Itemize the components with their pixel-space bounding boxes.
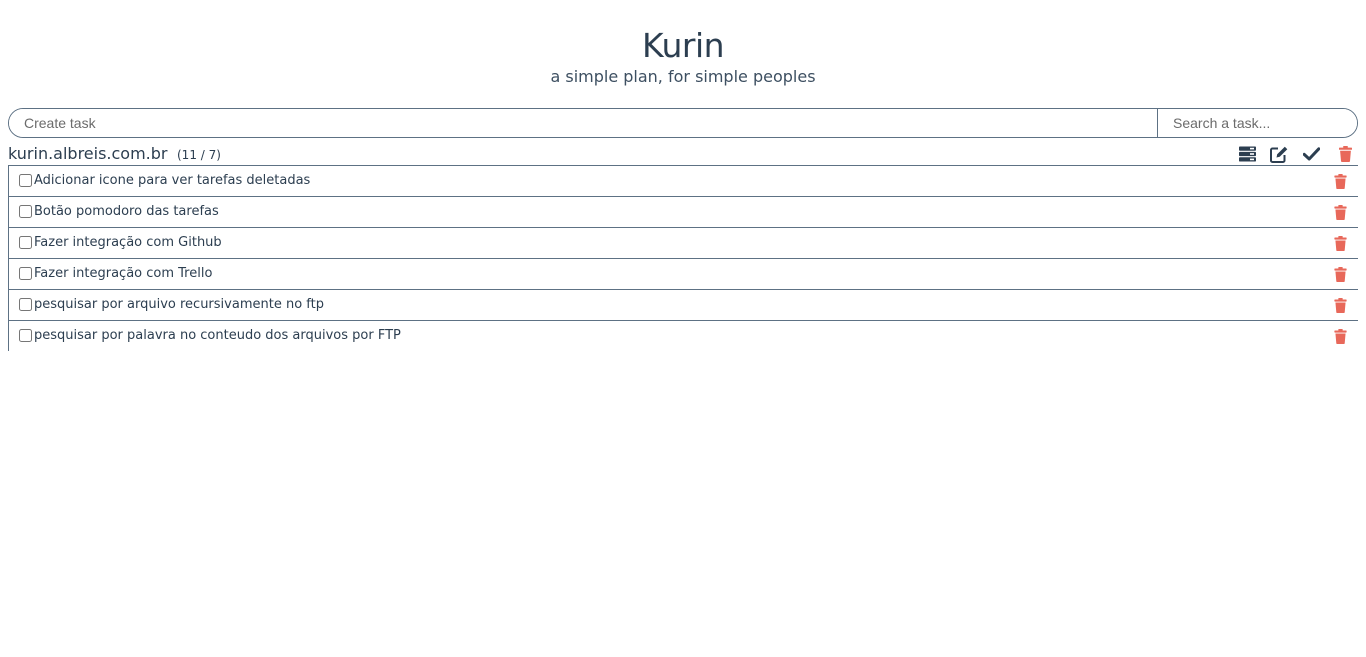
task-item: Botão pomodoro das tarefas (9, 196, 1358, 227)
task-item: Adicionar icone para ver tarefas deletad… (9, 165, 1358, 196)
delete-all-icon[interactable] (1336, 145, 1354, 163)
task-checkbox[interactable] (19, 297, 32, 311)
task-item: pesquisar por palavra no conteudo dos ar… (9, 320, 1358, 351)
search-task-input[interactable] (1158, 109, 1357, 137)
trash-icon[interactable] (1334, 267, 1348, 282)
create-task-input[interactable] (9, 109, 1158, 137)
task-checkbox[interactable] (19, 235, 32, 249)
task-checkbox[interactable] (19, 328, 32, 342)
project-task-count: (11 / 7) (177, 148, 221, 162)
task-checkbox[interactable] (19, 204, 32, 218)
project-name: kurin.albreis.com.br (8, 144, 168, 163)
app-title: Kurin (641, 26, 725, 65)
trash-icon[interactable] (1334, 174, 1348, 189)
task-checkbox[interactable] (19, 266, 32, 280)
task-item: Fazer integração com Trello (9, 258, 1358, 289)
trash-icon[interactable] (1334, 329, 1348, 344)
task-label: Botão pomodoro das tarefas (34, 204, 219, 219)
task-label: Adicionar icone para ver tarefas deletad… (34, 173, 311, 188)
task-label: pesquisar por palavra no conteudo dos ar… (34, 328, 401, 343)
trash-icon[interactable] (1334, 298, 1348, 313)
app-subtitle: a simple plan, for simple peoples (550, 67, 816, 86)
task-checkbox[interactable] (19, 173, 32, 187)
project-actions (1238, 145, 1358, 163)
task-input-bar (8, 108, 1358, 138)
app-header: Kurin a simple plan, for simple peoples (0, 26, 1366, 87)
trash-icon[interactable] (1334, 236, 1348, 251)
task-list: Adicionar icone para ver tarefas deletad… (8, 165, 1358, 351)
project-header: kurin.albreis.com.br (11 / 7) (8, 143, 1358, 165)
task-label: pesquisar por arquivo recursivamente no … (34, 297, 324, 312)
list-icon[interactable] (1238, 145, 1256, 163)
edit-icon[interactable] (1270, 145, 1288, 163)
check-icon[interactable] (1302, 145, 1320, 163)
task-label: Fazer integração com Github (34, 235, 222, 250)
trash-icon[interactable] (1334, 205, 1348, 220)
task-label: Fazer integração com Trello (34, 266, 213, 281)
task-item: pesquisar por arquivo recursivamente no … (9, 289, 1358, 320)
task-item: Fazer integração com Github (9, 227, 1358, 258)
